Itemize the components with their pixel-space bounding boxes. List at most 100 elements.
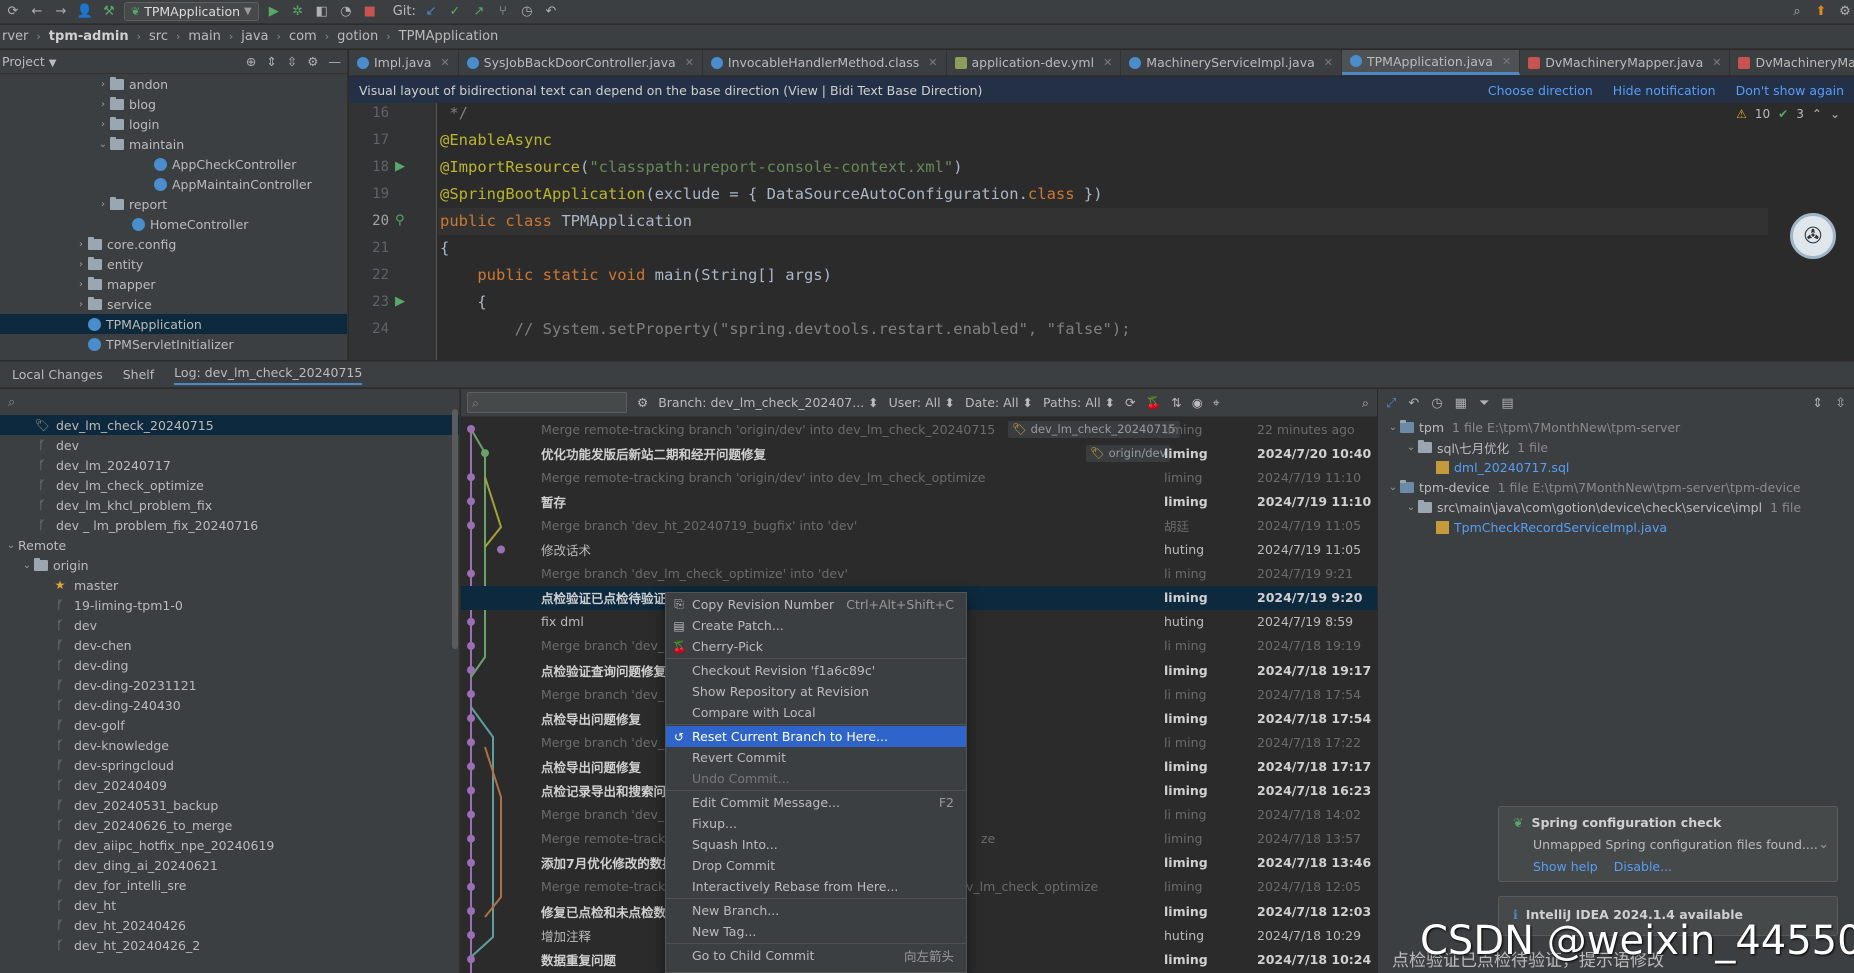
pin-icon[interactable]: ⤢ <box>1386 396 1396 411</box>
menu-item[interactable]: ▤ Create Patch... <box>666 615 966 636</box>
ai-assistant-icon[interactable]: ✇ <box>1790 213 1836 259</box>
history-icon[interactable]: ◷ <box>518 3 536 21</box>
branch-item[interactable]: ᚴ dev-knowledge <box>0 735 459 755</box>
collapse-all-icon[interactable]: ⇳ <box>287 54 297 69</box>
breadcrumb-item[interactable]: rver <box>2 29 28 44</box>
close-icon[interactable]: ✕ <box>440 56 449 69</box>
code-line[interactable]: @ImportResource("classpath:ureport-conso… <box>438 154 1768 181</box>
changed-file-tree-item[interactable]: ⌄ src\main\java\com\gotion\device\check\s… <box>1378 497 1854 517</box>
menu-item[interactable]: Compare with Local <box>666 702 966 723</box>
branch-item[interactable]: ᚴ dev_aiipc_hotfix_npe_20240619 <box>0 835 459 855</box>
expand-arrow-icon[interactable]: › <box>96 199 110 210</box>
vcs-tab[interactable]: Local Changes <box>12 367 103 382</box>
notification-link[interactable]: Don't show again <box>1736 83 1844 98</box>
layout-icon[interactable]: ▤ <box>1501 396 1513 411</box>
branch-item[interactable]: ᚴ dev_20240409 <box>0 775 459 795</box>
close-icon[interactable]: ✕ <box>928 56 937 69</box>
branch-item[interactable]: ᚴ dev _ lm_problem_fix_20240716 <box>0 515 459 535</box>
branches-scrollbar[interactable] <box>452 409 458 649</box>
expand-arrow-icon[interactable]: › <box>74 299 88 310</box>
code-editor[interactable]: ⚠ 10 ✔ 3 ⌃ ⌄ ✇ */@EnableAsync @ImportResour… <box>438 103 1854 360</box>
branch-item[interactable]: ᚴ dev <box>0 435 459 455</box>
commit-row[interactable]: 暂存 liming 2024/7/19 11:10 <box>461 489 1377 513</box>
breadcrumb-item[interactable]: gotion <box>337 29 378 44</box>
editor-tab[interactable]: InvocableHandlerMethod.class ✕ <box>703 50 947 75</box>
project-tree-item[interactable]: › blog <box>0 94 347 114</box>
forward-icon[interactable]: → <box>52 3 70 21</box>
menu-item[interactable]: Revert Commit <box>666 747 966 768</box>
branch-item[interactable]: ᚴ dev-golf <box>0 715 459 735</box>
branch-item[interactable]: ᚴ dev-ding <box>0 655 459 675</box>
date-filter[interactable]: Date: All ⬍ <box>965 395 1033 410</box>
menu-item[interactable]: ↺ Reset Current Branch to Here... <box>666 726 966 747</box>
user-filter[interactable]: User: All ⬍ <box>889 395 955 410</box>
close-icon[interactable]: ✕ <box>1103 56 1112 69</box>
breadcrumb-item[interactable]: main <box>188 29 220 44</box>
project-tree-item[interactable]: AppCheckController <box>0 154 347 174</box>
branch-item[interactable]: ᚴ dev_for_intelli_sre <box>0 875 459 895</box>
refresh-icon[interactable]: ⟳ <box>4 3 22 21</box>
update-icon[interactable]: ⬆ <box>1812 3 1830 21</box>
branch-item[interactable]: ᚴ dev_lm_check_optimize <box>0 475 459 495</box>
build-icon[interactable]: ⚒ <box>100 3 118 21</box>
locate-icon[interactable]: ⊕ <box>246 54 256 69</box>
code-line[interactable]: { <box>438 289 1768 316</box>
commit-row[interactable]: Merge branch 'dev_ht_20240719_bugfix' in… <box>461 513 1377 537</box>
group-by-icon[interactable]: ▦ <box>1455 396 1467 411</box>
chevron-down-icon[interactable]: ⌄ <box>1404 502 1418 513</box>
expand-arrow-icon[interactable]: › <box>74 279 88 290</box>
breadcrumb-item[interactable]: com <box>289 29 317 44</box>
gear-icon[interactable]: ⚙ <box>637 395 648 410</box>
project-tree-item[interactable]: TPMApplication <box>0 314 347 334</box>
branch-item[interactable]: ᚴ dev_20240626_to_merge <box>0 815 459 835</box>
editor-tab[interactable]: SysJobBackDoorController.java ✕ <box>459 50 703 75</box>
branch-item[interactable]: ᚴ dev_lm_20240717 <box>0 455 459 475</box>
log-search-input[interactable]: ⌕ <box>467 392 627 413</box>
changed-file-tree-item[interactable]: ⌄ tpm 1 file E:\tpm\7MonthNew\tpm-server <box>1378 417 1854 437</box>
breadcrumb-item[interactable]: TPMApplication <box>399 29 499 44</box>
editor-tab[interactable]: TPMApplication.java ✕ <box>1342 50 1521 75</box>
git-commit-icon[interactable]: ✓ <box>446 3 464 21</box>
menu-item[interactable]: New Branch... <box>666 900 966 921</box>
expand-all-icon[interactable]: ⇕ <box>266 54 276 69</box>
menu-item[interactable]: Interactively Rebase from Here... <box>666 876 966 897</box>
changed-file-tree-item[interactable]: TpmCheckRecordServiceImpl.java <box>1378 517 1854 537</box>
project-tree-item[interactable]: › login <box>0 114 347 134</box>
cherry-pick-icon[interactable]: 🍒 <box>1146 395 1162 411</box>
branch-item[interactable]: ᚴ dev_ht <box>0 895 459 915</box>
expand-arrow-icon[interactable]: › <box>74 259 88 270</box>
branch-item[interactable]: ᚴ dev-springcloud <box>0 755 459 775</box>
editor-tab[interactable]: Impl.java ✕ <box>349 50 459 75</box>
expand-arrow-icon[interactable]: › <box>74 239 88 250</box>
run-gutter-icon[interactable]: ▶ <box>395 294 405 309</box>
disable-link[interactable]: Disable... <box>1614 859 1672 874</box>
commit-row[interactable]: 优化功能发版后新站二期和经开问题修复 🏷 origin/dev liming 2024/… <box>461 441 1377 465</box>
close-icon[interactable]: ✕ <box>1712 56 1721 69</box>
branch-item[interactable]: ᚴ dev_lm_khcl_problem_fix <box>0 495 459 515</box>
branch-search-icon[interactable]: ⌕ <box>0 389 459 415</box>
code-line[interactable]: // System.setProperty("spring.devtools.r… <box>438 316 1768 343</box>
git-branch-icon[interactable]: ⑂ <box>494 3 512 21</box>
chevron-down-icon[interactable]: ⌄ <box>1830 107 1840 121</box>
chevron-down-icon[interactable]: ⌄ <box>1818 837 1829 852</box>
settings-gear-icon[interactable]: ⚙ <box>1836 3 1854 21</box>
profile-icon[interactable]: ◔ <box>337 3 355 21</box>
debug-icon[interactable]: ✲ <box>289 3 307 21</box>
branch-item[interactable]: ᚴ dev_ht_20240426_2 <box>0 935 459 955</box>
history-icon[interactable]: ◷ <box>1431 396 1442 411</box>
run-configuration-select[interactable]: ❦ TPMApplication ▼ <box>124 2 259 21</box>
menu-item[interactable]: Show Repository at Revision <box>666 681 966 702</box>
commit-row[interactable]: Merge branch 'dev_lm_check_optimize' int… <box>461 562 1377 586</box>
code-line[interactable]: public class TPMApplication <box>438 208 1768 235</box>
menu-item[interactable]: Squash Into... <box>666 834 966 855</box>
project-view-select[interactable]: Project ▼ <box>2 54 56 69</box>
close-icon[interactable]: ✕ <box>1324 56 1333 69</box>
branch-item[interactable]: ᚴ dev-chen <box>0 635 459 655</box>
project-tree-item[interactable]: › mapper <box>0 274 347 294</box>
editor-tab[interactable]: DvMachineryMapper.xml✕ <box>1730 50 1854 75</box>
sort-icon[interactable]: ⇅ <box>1171 395 1181 410</box>
chevron-down-icon[interactable]: ⌄ <box>1386 422 1400 433</box>
commit-row[interactable]: Merge remote-tracking branch 'origin/dev… <box>461 465 1377 489</box>
close-icon[interactable]: ✕ <box>685 56 694 69</box>
commit-row[interactable]: 修改话术 huting 2024/7/19 11:05 <box>461 538 1377 562</box>
